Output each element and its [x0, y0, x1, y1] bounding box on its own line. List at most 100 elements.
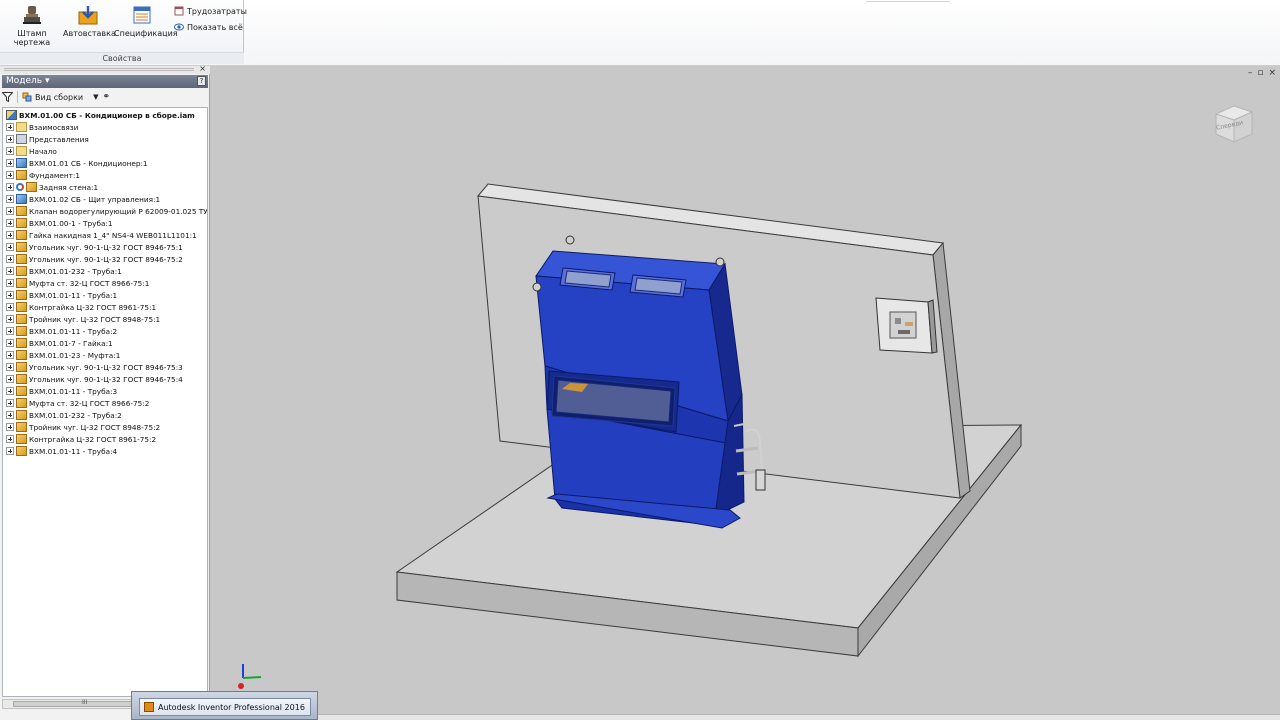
tree-item[interactable]: Угольник чуг. 90-1-Ц-32 ГОСТ 8946-75:2 — [3, 253, 207, 265]
tree-item[interactable]: Контргайка Ц-32 ГОСТ 8961-75:1 — [3, 301, 207, 313]
model-scene[interactable] — [210, 66, 1280, 720]
tree-item-label: Взаимосвязи — [29, 122, 79, 132]
part-icon — [16, 350, 27, 360]
show-all-button[interactable]: Показать всё — [174, 21, 243, 33]
expand-icon[interactable] — [6, 123, 14, 131]
expand-icon[interactable] — [6, 135, 14, 143]
specification-button[interactable]: Спецификация — [114, 2, 178, 42]
expand-icon[interactable] — [6, 279, 14, 287]
toolbar-separator — [17, 91, 18, 103]
expand-icon[interactable] — [6, 291, 14, 299]
tree-item-label: Фундамент:1 — [29, 170, 81, 180]
expand-icon[interactable] — [6, 207, 14, 215]
expand-icon[interactable] — [6, 363, 14, 371]
tree-item-label: Гайка накидная 1_4" NS4-4 WEB011L1101:1 — [29, 230, 197, 240]
tree-item[interactable]: Задняя стена:1 — [3, 181, 207, 193]
labor-costs-label: Трудозатраты — [187, 6, 247, 16]
expand-icon[interactable] — [6, 303, 14, 311]
taskbar-app-button[interactable]: Autodesk Inventor Professional 2016 — [139, 698, 311, 716]
part-icon — [16, 218, 27, 228]
relationships-folder-icon — [16, 122, 27, 132]
tree-item[interactable]: Муфта ст. 32-Ц ГОСТ 8966-75:1 — [3, 277, 207, 289]
expand-icon[interactable] — [6, 339, 14, 347]
tree-item[interactable]: Гайка накидная 1_4" NS4-4 WEB011L1101:1 — [3, 229, 207, 241]
tree-item[interactable]: ВХМ.01.01 СБ - Кондиционер:1 — [3, 157, 207, 169]
tree-item[interactable]: ВХМ.01.01-232 - Труба:1 — [3, 265, 207, 277]
filter-icon[interactable] — [2, 92, 13, 102]
taskbar-app-label: Autodesk Inventor Professional 2016 — [158, 702, 305, 712]
panel-title-dropdown-icon[interactable]: ▾ — [45, 76, 50, 86]
binoculars-icon[interactable]: ⚭ — [103, 92, 111, 102]
tree-item[interactable]: ВХМ.01.02 СБ - Щит управления:1 — [3, 193, 207, 205]
expand-icon[interactable] — [6, 231, 14, 239]
expand-icon[interactable] — [6, 423, 14, 431]
tree-item[interactable]: Начало — [3, 145, 207, 157]
tree-item[interactable]: Контргайка Ц-32 ГОСТ 8961-75:2 — [3, 433, 207, 445]
tree-item-label: ВХМ.01.01-232 - Труба:1 — [29, 266, 122, 276]
assembly-file-icon — [6, 110, 17, 120]
viewcube[interactable]: Спереди — [1210, 96, 1258, 150]
expand-icon[interactable] — [6, 219, 14, 227]
expand-icon[interactable] — [6, 171, 14, 179]
tree-item[interactable]: Взаимосвязи — [3, 121, 207, 133]
help-icon[interactable]: ? — [197, 76, 206, 86]
tree-item-label: Тройник чуг. Ц-32 ГОСТ 8948-75:2 — [29, 422, 161, 432]
tree-item[interactable]: Угольник чуг. 90-1-Ц-32 ГОСТ 8946-75:3 — [3, 361, 207, 373]
tree-root[interactable]: ВХМ.01.00 СБ - Кондиционер в сборе.iam — [3, 109, 207, 121]
labor-costs-button[interactable]: Трудозатраты — [174, 5, 247, 17]
expand-icon[interactable] — [6, 147, 14, 155]
tree-item[interactable]: ВХМ.01.01-23 - Муфта:1 — [3, 349, 207, 361]
tree-item[interactable]: Клапан водорегулирующий Р 62009-01.025 Т… — [3, 205, 207, 217]
tree-item-label: ВХМ.01.01 СБ - Кондиционер:1 — [29, 158, 148, 168]
expand-icon[interactable] — [6, 375, 14, 383]
3d-viewport[interactable]: – ▫ × Спереди — [210, 66, 1280, 720]
tree-item-label: Муфта ст. 32-Ц ГОСТ 8966-75:1 — [29, 278, 150, 288]
tree-item[interactable]: Муфта ст. 32-Ц ГОСТ 8966-75:2 — [3, 397, 207, 409]
status-strip — [318, 714, 1280, 720]
tree-item[interactable]: ВХМ.01.01-11 - Труба:4 — [3, 445, 207, 457]
tree-item[interactable]: Тройник чуг. Ц-32 ГОСТ 8948-75:1 — [3, 313, 207, 325]
tree-item[interactable]: Угольник чуг. 90-1-Ц-32 ГОСТ 8946-75:4 — [3, 373, 207, 385]
tree-item[interactable]: ВХМ.01.01-11 - Труба:3 — [3, 385, 207, 397]
autoinsert-button[interactable]: Автовставка — [63, 2, 116, 42]
tree-item[interactable]: Угольник чуг. 90-1-Ц-32 ГОСТ 8946-75:1 — [3, 241, 207, 253]
expand-icon[interactable] — [6, 447, 14, 455]
tree-item[interactable]: Тройник чуг. Ц-32 ГОСТ 8948-75:2 — [3, 421, 207, 433]
tree-item-label: ВХМ.01.01-11 - Труба:4 — [29, 446, 118, 456]
tree-item[interactable]: Фундамент:1 — [3, 169, 207, 181]
expand-icon[interactable] — [6, 411, 14, 419]
tree-item[interactable]: ВХМ.01.01-11 - Труба:2 — [3, 325, 207, 337]
expand-icon[interactable] — [6, 327, 14, 335]
tree-item[interactable]: ВХМ.01.00-1 - Труба:1 — [3, 217, 207, 229]
expand-icon[interactable] — [6, 351, 14, 359]
expand-icon[interactable] — [6, 387, 14, 395]
tree-item[interactable]: Представления — [3, 133, 207, 145]
expand-icon[interactable] — [6, 267, 14, 275]
panel-drag-grip[interactable] — [4, 68, 194, 71]
view-dropdown-icon[interactable]: ▼ — [93, 93, 98, 101]
part-icon — [16, 338, 27, 348]
expand-icon[interactable] — [6, 183, 14, 191]
stamp-button[interactable]: Штамп чертежа — [3, 2, 61, 47]
panel-title-bar[interactable]: Модель ▾ ? — [2, 75, 208, 88]
tree-item[interactable]: ВХМ.01.01-7 - Гайка:1 — [3, 337, 207, 349]
expand-icon[interactable] — [6, 243, 14, 251]
ribbon-group-label: Свойства — [0, 52, 244, 64]
part-icon — [16, 410, 27, 420]
expand-icon[interactable] — [6, 255, 14, 263]
part-icon — [16, 446, 27, 456]
expand-icon[interactable] — [6, 435, 14, 443]
expand-icon[interactable] — [6, 315, 14, 323]
panel-close-icon[interactable]: × — [199, 64, 206, 73]
tree-item-label: ВХМ.01.02 СБ - Щит управления:1 — [29, 194, 161, 204]
expand-icon[interactable] — [6, 399, 14, 407]
tree-item[interactable]: ВХМ.01.01-232 - Труба:2 — [3, 409, 207, 421]
tree-item[interactable]: ВХМ.01.01-11 - Труба:1 — [3, 289, 207, 301]
assembly-view-label[interactable]: Вид сборки — [35, 93, 83, 102]
show-all-label: Показать всё — [187, 22, 243, 32]
tree-item-label: ВХМ.01.01-11 - Труба:2 — [29, 326, 118, 336]
expand-icon[interactable] — [6, 195, 14, 203]
tree-item-label: Начало — [29, 146, 57, 156]
part-icon — [26, 182, 37, 192]
expand-icon[interactable] — [6, 159, 14, 167]
